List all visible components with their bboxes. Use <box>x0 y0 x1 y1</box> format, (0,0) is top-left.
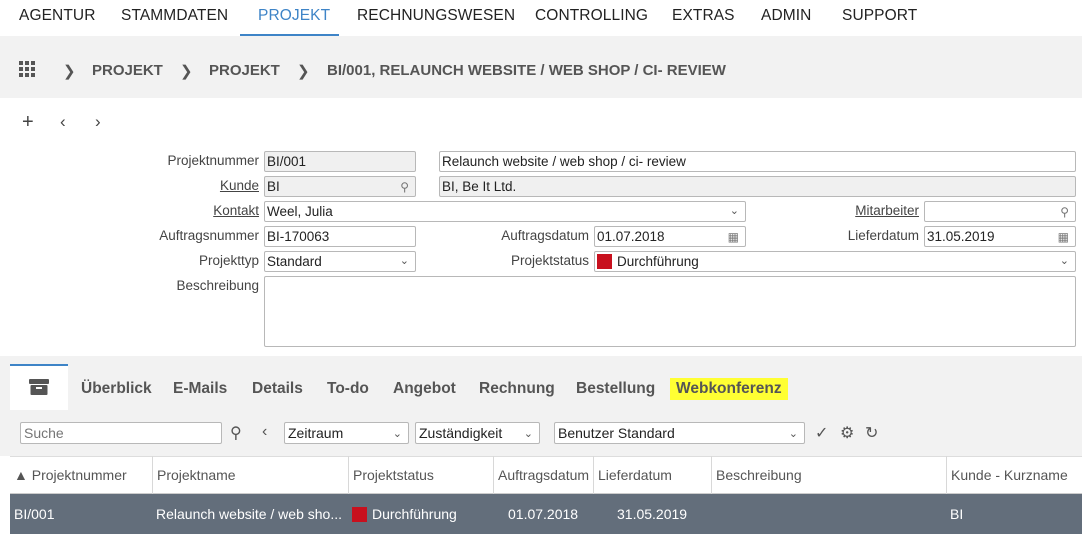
projektstatus-select[interactable]: Durchführung ⌄ <box>594 251 1076 272</box>
projektnummer-label: Projektnummer <box>167 153 259 168</box>
chevron-down-icon: ⌄ <box>523 428 533 440</box>
tab-todo[interactable]: To-do <box>327 380 369 398</box>
nav-stammdaten[interactable]: STAMMDATEN <box>121 0 228 36</box>
tab-bestellung[interactable]: Bestellung <box>576 380 655 398</box>
chevron-down-icon: ⌄ <box>1059 255 1069 267</box>
chevron-down-icon: ⌄ <box>729 205 739 217</box>
auftragsnummer-label: Auftragsnummer <box>159 228 259 243</box>
status-color-square <box>352 507 367 522</box>
kunde-label-link[interactable]: Kunde <box>220 178 259 193</box>
column-header-lieferdatum[interactable]: Lieferdatum <box>593 456 711 494</box>
kunde-value: BI <box>267 179 280 194</box>
gear-icon[interactable]: ⚙ <box>840 423 854 443</box>
tab-home[interactable] <box>10 364 68 410</box>
nav-rechnungswesen[interactable]: RECHNUNGSWESEN <box>357 0 515 36</box>
lieferdatum-field[interactable]: 31.05.2019 ▦ <box>924 226 1076 247</box>
projekttyp-select[interactable]: Standard ⌄ <box>264 251 416 272</box>
top-navigation: AGENTUR STAMMDATEN PROJEKT RECHNUNGSWESE… <box>0 0 1082 36</box>
nav-extras[interactable]: EXTRAS <box>672 0 735 36</box>
calendar-icon[interactable]: ▦ <box>728 228 739 246</box>
tab-angebot[interactable]: Angebot <box>393 380 456 398</box>
refresh-icon[interactable]: ↻ <box>865 423 878 443</box>
kunde-field[interactable]: BI ⚲ <box>264 176 416 197</box>
cell-projektname: Relaunch website / web sho... <box>156 506 342 522</box>
chevron-down-icon: ⌄ <box>392 428 402 440</box>
checkmark-icon[interactable]: ✓ <box>815 423 828 443</box>
auftragsnummer-field[interactable]: BI-170063 <box>264 226 416 247</box>
column-header-auftragsdatum[interactable]: Auftragsdatum <box>493 456 593 494</box>
column-header-beschreibung[interactable]: Beschreibung <box>711 456 946 494</box>
app-grid-icon[interactable] <box>19 61 35 77</box>
breadcrumb: ❯ PROJEKT ❯ PROJEKT ❯ BI/001, RELAUNCH W… <box>0 36 1082 98</box>
cell-projektstatus: Durchführung <box>352 494 457 534</box>
cell-lieferdatum: 31.05.2019 <box>617 506 688 522</box>
projektnummer-field[interactable]: BI/001 <box>264 151 416 172</box>
tab-details[interactable]: Details <box>252 380 303 398</box>
cell-projektstatus-text: Durchführung <box>372 506 457 522</box>
view-select[interactable]: Benutzer Standard ⌄ <box>554 422 805 444</box>
chevron-down-icon: ⌄ <box>399 255 409 267</box>
tab-emails[interactable]: E-Mails <box>173 380 227 398</box>
nav-controlling[interactable]: CONTROLLING <box>535 0 648 36</box>
nav-admin[interactable]: ADMIN <box>761 0 811 36</box>
tab-webkonferenz[interactable]: Webkonferenz <box>670 378 788 400</box>
chevron-left-icon[interactable]: ‹ <box>262 423 267 441</box>
mitarbeiter-label-link[interactable]: Mitarbeiter <box>855 203 919 218</box>
chevron-down-icon: ⌄ <box>788 428 798 440</box>
cell-auftragsdatum: 01.07.2018 <box>508 506 579 522</box>
zustaendigkeit-select[interactable]: Zuständigkeit ⌄ <box>415 422 540 444</box>
breadcrumb-item[interactable]: PROJEKT <box>209 62 280 79</box>
auftragsdatum-label: Auftragsdatum <box>501 228 589 243</box>
nav-agentur[interactable]: AGENTUR <box>19 0 95 36</box>
add-icon[interactable]: + <box>22 112 34 132</box>
lieferdatum-value: 31.05.2019 <box>927 229 995 244</box>
chevron-right-icon: ❯ <box>297 63 310 80</box>
search-icon[interactable]: ⚲ <box>230 423 242 443</box>
projekttyp-label: Projekttyp <box>198 253 259 268</box>
projektname-field[interactable]: Relaunch website / web shop / ci- review <box>439 151 1076 172</box>
column-header-projektstatus[interactable]: Projektstatus <box>348 456 493 494</box>
breadcrumb-item[interactable]: PROJEKT <box>92 62 163 79</box>
next-icon[interactable]: › <box>95 112 101 132</box>
status-color-square <box>597 254 612 269</box>
chevron-right-icon: ❯ <box>63 63 76 80</box>
column-header-projektname[interactable]: Projektname <box>152 456 348 494</box>
auftragsdatum-value: 01.07.2018 <box>597 229 665 244</box>
nav-projekt[interactable]: PROJEKT <box>240 0 339 36</box>
cell-kunde: BI <box>950 506 964 522</box>
beschreibung-label: Beschreibung <box>176 278 259 293</box>
cell-projektnummer: BI/001 <box>14 506 55 522</box>
zeitraum-select[interactable]: Zeitraum ⌄ <box>284 422 409 444</box>
view-value: Benutzer Standard <box>558 425 675 441</box>
lieferdatum-label: Lieferdatum <box>847 228 919 243</box>
previous-icon[interactable]: ‹ <box>60 112 66 132</box>
archive-box-icon <box>29 379 49 395</box>
kontakt-value: Weel, Julia <box>267 204 333 219</box>
nav-support[interactable]: SUPPORT <box>842 0 917 36</box>
projektstatus-value: Durchführung <box>617 254 699 269</box>
auftragsdatum-field[interactable]: 01.07.2018 ▦ <box>594 226 746 247</box>
search-icon[interactable]: ⚲ <box>1060 203 1069 221</box>
kunde-name-field: BI, Be It Ltd. <box>439 176 1076 197</box>
projekttyp-value: Standard <box>267 254 322 269</box>
tab-ueberblick[interactable]: Überblick <box>81 380 152 398</box>
search-input[interactable] <box>20 422 222 444</box>
kontakt-select[interactable]: Weel, Julia ⌄ <box>264 201 746 222</box>
column-header-kunde-kurzname[interactable]: Kunde - Kurzname <box>946 456 1082 494</box>
mitarbeiter-field[interactable]: ⚲ <box>924 201 1076 222</box>
tab-rechnung[interactable]: Rechnung <box>479 380 555 398</box>
search-icon[interactable]: ⚲ <box>400 178 409 196</box>
beschreibung-textarea[interactable] <box>264 276 1076 347</box>
breadcrumb-current: BI/001, RELAUNCH WEBSITE / WEB SHOP / CI… <box>327 62 726 79</box>
calendar-icon[interactable]: ▦ <box>1058 228 1069 246</box>
chevron-right-icon: ❯ <box>180 63 193 80</box>
kontakt-label-link[interactable]: Kontakt <box>213 203 259 218</box>
projektstatus-label: Projektstatus <box>510 253 589 268</box>
zustaendigkeit-value: Zuständigkeit <box>419 425 503 441</box>
column-header-projektnummer[interactable]: ▲ Projektnummer <box>10 456 152 494</box>
zeitraum-value: Zeitraum <box>288 425 344 441</box>
